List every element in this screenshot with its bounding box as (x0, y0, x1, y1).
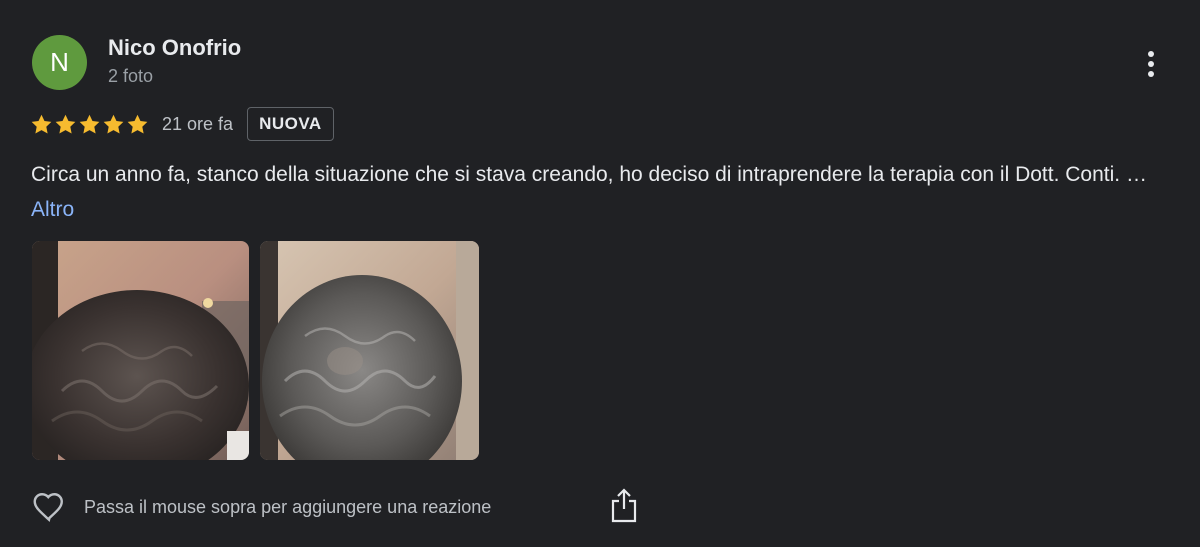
more-vert-icon (1148, 51, 1154, 57)
star-icon (127, 114, 148, 134)
reaction-hint: Passa il mouse sopra per aggiungere una … (84, 496, 492, 517)
star-icon (79, 114, 100, 134)
photo-thumbnail-icon (260, 241, 479, 460)
more-vert-icon-dot (1148, 61, 1154, 67)
more-vert-icon-dot (1148, 71, 1154, 77)
star-icon (103, 114, 124, 134)
review-photo-1[interactable] (32, 241, 249, 460)
heart-outline-icon[interactable] (30, 489, 68, 525)
share-icon[interactable] (610, 487, 638, 525)
author-name[interactable]: Nico Onofrio (108, 35, 241, 61)
avatar[interactable]: N (32, 35, 87, 90)
more-options-button[interactable] (1134, 44, 1168, 84)
review-timestamp: 21 ore fa (162, 113, 234, 134)
review-card: N Nico Onofrio 2 foto 21 ore fa NUOVA Ci… (0, 0, 1200, 547)
avatar-initial: N (50, 47, 69, 77)
star-icon (55, 114, 76, 134)
rating-row: 21 ore fa NUOVA (30, 106, 334, 142)
photo-thumbnail-icon (32, 241, 249, 460)
star-rating (30, 113, 149, 136)
review-photo-2[interactable] (260, 241, 479, 460)
review-body: Circa un anno fa, stanco della situazion… (31, 163, 1147, 186)
reaction-row: Passa il mouse sopra per aggiungere una … (30, 488, 491, 526)
read-more-link[interactable]: Altro (31, 198, 74, 221)
author-photo-count: 2 foto (108, 66, 154, 86)
review-text: Circa un anno fa, stanco della situazion… (31, 157, 1171, 227)
star-icon (31, 114, 52, 134)
new-badge: NUOVA (247, 107, 334, 141)
